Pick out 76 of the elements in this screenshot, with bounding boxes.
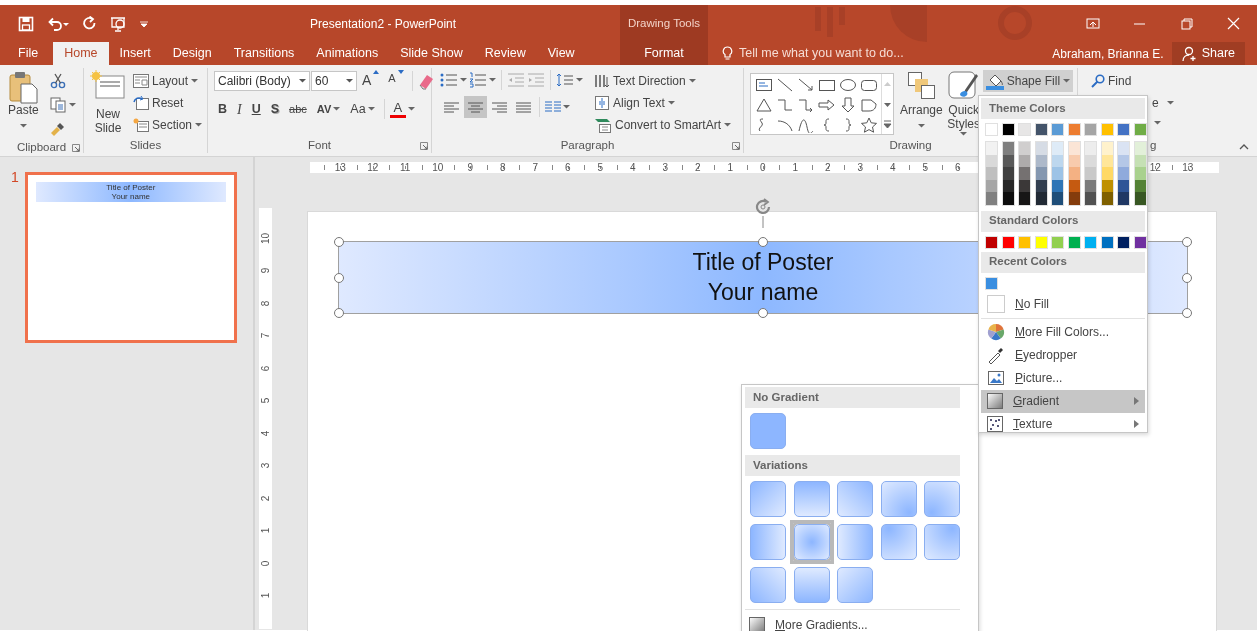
- menu-item[interactable]: More Fill Colors...: [981, 320, 1145, 344]
- font-style-button[interactable]: U: [247, 98, 265, 120]
- quick-styles-button[interactable]: Quick Styles: [944, 70, 983, 136]
- group-label: Paragraph: [560, 137, 615, 153]
- ribbon-tab[interactable]: Review: [473, 42, 537, 65]
- section-button[interactable]: Section: [130, 114, 206, 136]
- menu-item[interactable]: No Fill: [981, 292, 1145, 316]
- slide-subtitle: Your name: [707, 277, 819, 307]
- group-label: Slides: [129, 137, 162, 153]
- slide-title: Title of Poster: [692, 247, 834, 277]
- font-style-button[interactable]: B: [214, 98, 232, 120]
- font-style-button[interactable]: Aa: [346, 98, 379, 120]
- ruler-number: 10: [259, 232, 272, 244]
- ruler-number: 7: [259, 332, 272, 339]
- menu-heading: Standard Colors: [981, 210, 1145, 232]
- shrink-font-button[interactable]: A: [384, 70, 408, 92]
- ruler-number: 5: [259, 397, 272, 404]
- slide-thumbnail[interactable]: Title of Poster Your name: [24, 172, 237, 343]
- ribbon-tab[interactable]: Slide Show: [389, 42, 474, 65]
- font-style-button[interactable]: abc: [285, 98, 311, 120]
- menu-item[interactable]: Eyedropper: [981, 343, 1145, 367]
- font-style-button[interactable]: S: [266, 98, 284, 120]
- group-label: Clipboard: [16, 139, 67, 155]
- slide-number: 1: [11, 170, 19, 184]
- grow-font-button[interactable]: A: [358, 70, 384, 92]
- menu-item[interactable]: More Gradients...: [745, 609, 960, 631]
- smartart-button[interactable]: Convert to SmartArt: [591, 114, 735, 136]
- group-label: Drawing: [889, 137, 932, 153]
- tell-me-field[interactable]: Tell me what you want to do...: [739, 44, 904, 63]
- font-style-button[interactable]: AV: [312, 98, 345, 120]
- menu-item[interactable]: Gradient: [981, 389, 1145, 413]
- group-label: Font: [308, 137, 331, 153]
- ruler-number: 6: [259, 365, 272, 372]
- menu-item[interactable]: Texture: [981, 412, 1145, 432]
- ruler-number: 1: [259, 527, 272, 534]
- menu-heading: No Gradient: [745, 387, 960, 408]
- ribbon-tab[interactable]: View: [536, 42, 586, 65]
- shape-fill-button[interactable]: Shape Fill: [982, 70, 1074, 92]
- align-text-button[interactable]: Align Text: [591, 92, 735, 114]
- ribbon-tab[interactable]: Animations: [305, 42, 390, 65]
- menu-heading: Theme Colors: [981, 98, 1145, 119]
- font-color-button[interactable]: A: [389, 100, 407, 118]
- find-button[interactable]: Find: [1088, 70, 1174, 92]
- text-direction-button[interactable]: Text Direction: [591, 70, 735, 92]
- font-style-button[interactable]: I: [233, 98, 246, 120]
- arrange-button[interactable]: Arrange: [898, 70, 945, 128]
- layout-button[interactable]: Layout: [130, 70, 206, 92]
- ruler-number: 2: [259, 495, 272, 502]
- window-title: Presentation2 - PowerPoint: [310, 15, 457, 33]
- ruler-number: 1: [259, 592, 272, 599]
- ribbon-tab[interactable]: Insert: [108, 42, 162, 65]
- ribbon-tab[interactable]: Format: [620, 42, 708, 65]
- menu-heading: Recent Colors: [981, 251, 1145, 273]
- ribbon-tab[interactable]: Design: [161, 42, 223, 65]
- menu-item[interactable]: Picture...: [981, 366, 1145, 390]
- context-label: Drawing Tools: [628, 15, 700, 31]
- share-button[interactable]: Share: [1171, 42, 1245, 65]
- ruler-number: 3: [259, 462, 272, 469]
- ribbon-tab[interactable]: File: [7, 42, 50, 65]
- font-name-field[interactable]: Calibri (Body): [214, 71, 310, 91]
- user-name[interactable]: Abraham, Brianna E.: [1052, 44, 1164, 63]
- ruler-number: 4: [259, 430, 272, 437]
- group-label: g: [1150, 137, 1157, 153]
- paste-button[interactable]: Paste: [6, 70, 41, 128]
- reset-button[interactable]: Reset: [130, 92, 206, 114]
- ribbon-tab[interactable]: Home: [53, 42, 109, 65]
- menu-heading: Variations: [745, 455, 960, 476]
- font-size-field[interactable]: 60: [311, 71, 357, 91]
- replace-button[interactable]: e: [1152, 94, 1159, 112]
- thumbnail-title: Title of Poster: [106, 182, 156, 192]
- new-slide-button[interactable]: New Slide: [88, 70, 128, 136]
- thumbnail-subtitle: Your name: [111, 192, 150, 202]
- ruler-number: 8: [259, 300, 272, 307]
- ribbon-tab[interactable]: Transitions: [222, 42, 306, 65]
- ruler-number: 0: [259, 560, 272, 567]
- ruler-number: 9: [259, 267, 272, 274]
